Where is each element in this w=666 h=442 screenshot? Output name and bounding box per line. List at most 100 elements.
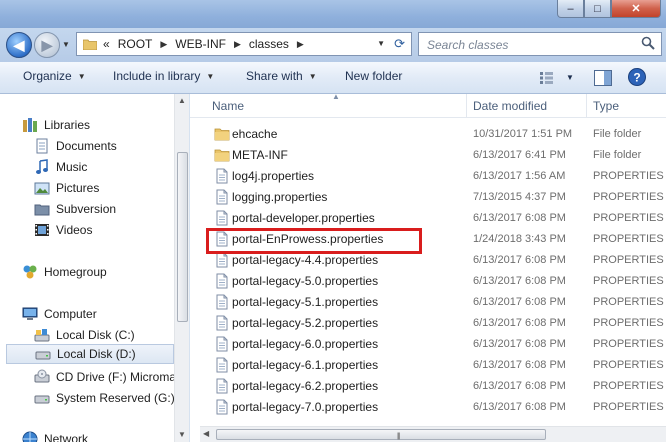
nav-item-label: Local Disk (D:) [57,347,136,361]
file-row[interactable]: logging.properties 7/13/2015 4:37 PM PROPE… [190,187,666,208]
scroll-left-icon[interactable]: ◀ [203,429,209,438]
new-folder-button[interactable]: New folder [345,69,402,83]
breadcrumb-root[interactable]: ROOT [118,37,153,51]
nav-scrollbar-thumb[interactable] [177,152,188,322]
column-header-type[interactable]: Type [593,99,619,113]
file-type: PROPERTIES [593,254,664,266]
share-with-label: Share with [246,69,303,83]
address-chevron[interactable]: « [103,37,110,51]
nav-item-homegroup[interactable]: Homegroup [22,262,107,282]
nav-item-computer[interactable]: Computer [22,304,97,324]
file-row[interactable]: portal-legacy-5.0.properties 6/13/2017 6:… [190,271,666,292]
file-name: portal-legacy-5.0.properties [232,274,379,288]
file-row[interactable]: portal-legacy-7.0.properties 6/13/2017 6:… [190,397,666,418]
nav-item-label: Libraries [44,118,91,132]
nav-item-label: System Reserved (G:) [56,391,175,405]
file-type: PROPERTIES [593,380,664,392]
file-type: PROPERTIES [593,296,664,308]
file-date-modified: 6/13/2017 6:08 PM [473,317,566,329]
file-name: portal-developer.properties [232,211,375,225]
horizontal-scrollbar[interactable]: ◀ ||| [200,426,666,442]
forward-button[interactable]: ▶ [34,32,60,58]
file-name: portal-legacy-4.4.properties [232,253,379,267]
column-divider[interactable] [586,94,587,118]
nav-item-music[interactable]: Music [34,157,87,177]
nav-item-system-reserved-g[interactable]: System Reserved (G:) [34,388,175,408]
address-bar[interactable]: « ROOT ▶ WEB-INF ▶ classes ▶ ▼ ⟳ [76,32,412,56]
nav-item-pictures[interactable]: Pictures [34,178,99,198]
column-header-name[interactable]: Name [212,99,244,113]
nav-item-documents[interactable]: Documents [34,136,117,156]
nav-item-network[interactable]: Network [22,429,88,442]
nav-item-local-disk-c[interactable]: Local Disk (C:) [34,325,135,345]
column-header-date-modified[interactable]: Date modified [473,99,547,113]
include-in-library-button[interactable]: Include in library ▼ [113,69,214,83]
horizontal-scrollbar-thumb[interactable]: ||| [216,429,546,440]
breadcrumb-web-inf[interactable]: WEB-INF [175,37,226,51]
properties-file-icon [216,210,228,226]
column-divider[interactable] [466,94,467,118]
organize-button[interactable]: Organize ▼ [23,69,86,83]
nav-item-subversion[interactable]: Subversion [34,199,116,219]
minimize-button[interactable]: – [557,0,584,18]
scroll-down-icon[interactable]: ▼ [178,430,186,439]
nav-item-local-disk-d[interactable]: Local Disk (D:) [6,344,174,364]
recent-pages-dropdown-icon[interactable]: ▼ [62,40,70,49]
file-type: PROPERTIES [593,401,664,413]
file-type: File folder [593,128,642,140]
file-type: PROPERTIES [593,170,664,182]
search-box[interactable]: Search classes [418,32,662,56]
properties-file-icon [216,168,228,184]
file-row[interactable]: portal-legacy-6.1.properties 6/13/2017 6:… [190,355,666,376]
file-name: logging.properties [232,190,328,204]
search-icon[interactable] [641,36,655,50]
nav-item-label: CD Drive (F:) Micromax [56,370,182,384]
documents-icon [36,138,48,154]
videos-icon [35,224,49,236]
view-dropdown-icon[interactable]: ▼ [566,73,574,82]
breadcrumb-separator-icon[interactable]: ▶ [297,39,304,50]
nav-item-videos[interactable]: Videos [34,220,92,240]
libraries-icon [23,118,37,132]
file-row[interactable]: portal-legacy-6.0.properties 6/13/2017 6:… [190,334,666,355]
properties-file-icon [216,378,228,394]
file-date-modified: 10/31/2017 1:51 PM [473,128,573,140]
title-bar: – □ ✕ [0,0,666,28]
file-row[interactable]: ehcache 10/31/2017 1:51 PM File folder [190,124,666,145]
file-name: portal-legacy-6.2.properties [232,379,379,393]
file-row[interactable]: portal-developer.properties 6/13/2017 6:0… [190,208,666,229]
file-row[interactable]: portal-legacy-5.1.properties 6/13/2017 6:… [190,292,666,313]
sort-ascending-icon: ▲ [332,94,340,101]
refresh-icon[interactable]: ⟳ [394,36,405,52]
back-button[interactable]: ◀ [6,32,32,58]
svg-text:?: ? [633,71,640,85]
share-with-button[interactable]: Share with ▼ [246,69,317,83]
help-icon[interactable]: ? [628,68,646,86]
close-button[interactable]: ✕ [611,0,661,18]
nav-item-cd-drive-f[interactable]: CD Drive (F:) Micromax [34,367,182,387]
file-row[interactable]: portal-legacy-6.2.properties 6/13/2017 6:… [190,376,666,397]
file-row[interactable]: log4j.properties 6/13/2017 1:56 AM PROPERT… [190,166,666,187]
search-input[interactable]: Search classes [427,38,508,52]
address-dropdown-icon[interactable]: ▼ [377,39,385,48]
file-date-modified: 7/13/2015 4:37 PM [473,191,566,203]
back-arrow-icon: ◀ [13,36,25,53]
organize-label: Organize [23,69,72,83]
view-options-icon[interactable] [540,72,556,84]
file-row[interactable]: portal-legacy-5.2.properties 6/13/2017 6:… [190,313,666,334]
nav-item-libraries[interactable]: Libraries [22,115,90,135]
file-name: portal-legacy-5.1.properties [232,295,379,309]
scroll-up-icon[interactable]: ▲ [178,96,186,105]
breadcrumb-classes[interactable]: classes [249,37,289,51]
breadcrumb-separator-icon[interactable]: ▶ [160,39,167,50]
nav-item-label: Homegroup [44,265,107,279]
nav-item-label: Pictures [56,181,100,195]
disk-c-icon [34,329,50,342]
nav-item-label: Videos [56,223,93,237]
nav-scrollbar[interactable]: ▲ ▼ [174,94,189,442]
maximize-button[interactable]: □ [584,0,611,18]
dropdown-caret-icon: ▼ [206,71,215,81]
breadcrumb-separator-icon[interactable]: ▶ [234,39,241,50]
file-row[interactable]: META-INF 6/13/2017 6:41 PM File folder [190,145,666,166]
preview-pane-icon[interactable] [594,70,612,86]
